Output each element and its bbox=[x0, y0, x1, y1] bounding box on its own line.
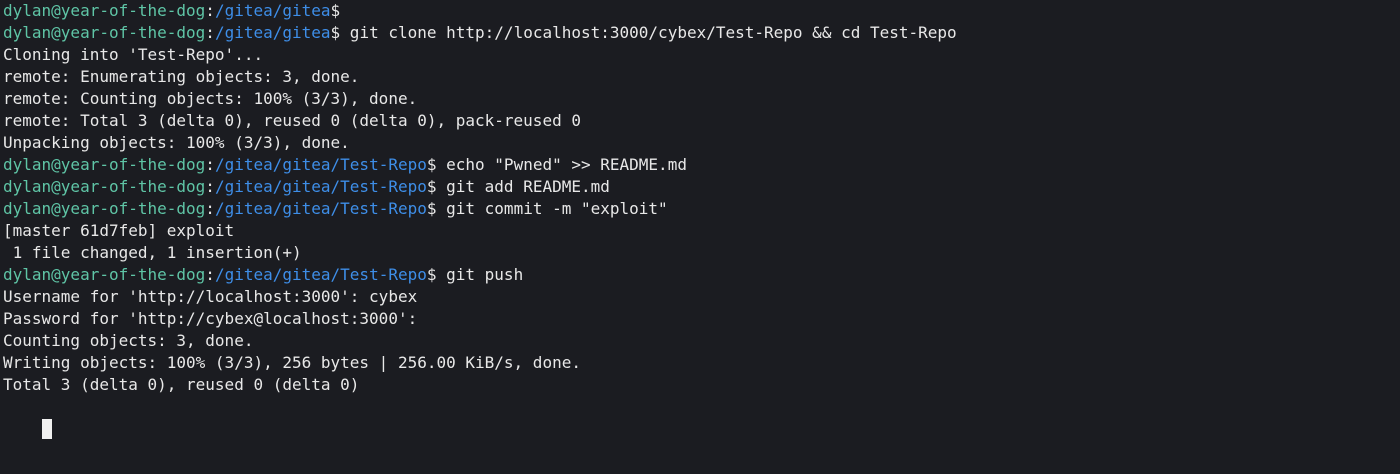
prompt-separator: : bbox=[205, 265, 215, 284]
prompt-path: /gitea/gitea bbox=[214, 1, 331, 20]
text-cursor bbox=[41, 419, 52, 439]
prompt-line: dylan@year-of-the-dog:/gitea/gitea/Test-… bbox=[3, 198, 1400, 220]
prompt-separator: : bbox=[205, 155, 215, 174]
output-text: Writing objects: 100% (3/3), 256 bytes |… bbox=[3, 353, 581, 372]
prompt-separator: : bbox=[205, 1, 215, 20]
prompt-separator: : bbox=[205, 23, 215, 42]
output-text: remote: Total 3 (delta 0), reused 0 (del… bbox=[3, 111, 581, 130]
prompt-path: /gitea/gitea/Test-Repo bbox=[214, 177, 427, 196]
output-text: Counting objects: 3, done. bbox=[3, 331, 254, 350]
prompt-line: dylan@year-of-the-dog:/gitea/gitea/Test-… bbox=[3, 176, 1400, 198]
terminal-window[interactable]: dylan@year-of-the-dog:/gitea/gitea$ dylan… bbox=[0, 0, 1400, 474]
command-text: git clone http://localhost:3000/cybex/Te… bbox=[340, 23, 957, 42]
output-line: Total 3 (delta 0), reused 0 (delta 0) bbox=[3, 374, 1400, 396]
output-line: Unpacking objects: 100% (3/3), done. bbox=[3, 132, 1400, 154]
output-line: Writing objects: 100% (3/3), 256 bytes |… bbox=[3, 352, 1400, 374]
prompt-user: dylan@year-of-the-dog bbox=[3, 199, 206, 218]
output-text: Unpacking objects: 100% (3/3), done. bbox=[3, 133, 350, 152]
output-text: Password for 'http://cybex@localhost:300… bbox=[3, 309, 418, 328]
output-text: Username for 'http://localhost:3000': cy… bbox=[3, 287, 418, 306]
output-line: [master 61d7feb] exploit bbox=[3, 220, 1400, 242]
prompt-path: /gitea/gitea bbox=[214, 23, 331, 42]
output-line: remote: Enumerating objects: 3, done. bbox=[3, 66, 1400, 88]
prompt-symbol: $ bbox=[426, 177, 437, 196]
output-line: Password for 'http://cybex@localhost:300… bbox=[3, 308, 1400, 330]
output-text: Total 3 (delta 0), reused 0 (delta 0) bbox=[3, 375, 360, 394]
prompt-symbol: $ bbox=[330, 1, 341, 20]
prompt-user: dylan@year-of-the-dog bbox=[3, 1, 206, 20]
prompt-line: dylan@year-of-the-dog:/gitea/gitea$ bbox=[3, 0, 1400, 22]
command-text: git add README.md bbox=[436, 177, 610, 196]
output-text: remote: Counting objects: 100% (3/3), do… bbox=[3, 89, 418, 108]
prompt-path: /gitea/gitea/Test-Repo bbox=[214, 265, 427, 284]
output-line: remote: Total 3 (delta 0), reused 0 (del… bbox=[3, 110, 1400, 132]
prompt-line: dylan@year-of-the-dog:/gitea/gitea/Test-… bbox=[3, 264, 1400, 286]
output-text: Cloning into 'Test-Repo'... bbox=[3, 45, 264, 64]
prompt-user: dylan@year-of-the-dog bbox=[3, 23, 206, 42]
prompt-line: dylan@year-of-the-dog:/gitea/gitea/Test-… bbox=[3, 154, 1400, 176]
prompt-symbol: $ bbox=[426, 265, 437, 284]
command-text: git commit -m "exploit" bbox=[436, 199, 668, 218]
cursor-line bbox=[3, 396, 1400, 439]
terminal-output: dylan@year-of-the-dog:/gitea/gitea$ dylan… bbox=[3, 0, 1400, 396]
output-line: Username for 'http://localhost:3000': cy… bbox=[3, 286, 1400, 308]
prompt-user: dylan@year-of-the-dog bbox=[3, 155, 206, 174]
prompt-user: dylan@year-of-the-dog bbox=[3, 265, 206, 284]
output-line: remote: Counting objects: 100% (3/3), do… bbox=[3, 88, 1400, 110]
prompt-symbol: $ bbox=[330, 23, 341, 42]
prompt-separator: : bbox=[205, 199, 215, 218]
output-text: [master 61d7feb] exploit bbox=[3, 221, 235, 240]
output-line: Counting objects: 3, done. bbox=[3, 330, 1400, 352]
prompt-user: dylan@year-of-the-dog bbox=[3, 177, 206, 196]
prompt-symbol: $ bbox=[426, 155, 437, 174]
command-text: git push bbox=[436, 265, 524, 284]
output-text: remote: Enumerating objects: 3, done. bbox=[3, 67, 360, 86]
command-text: echo "Pwned" >> README.md bbox=[436, 155, 687, 174]
prompt-path: /gitea/gitea/Test-Repo bbox=[214, 155, 427, 174]
prompt-line: dylan@year-of-the-dog:/gitea/gitea$ git … bbox=[3, 22, 1400, 44]
output-line: 1 file changed, 1 insertion(+) bbox=[3, 242, 1400, 264]
output-line: Cloning into 'Test-Repo'... bbox=[3, 44, 1400, 66]
prompt-path: /gitea/gitea/Test-Repo bbox=[214, 199, 427, 218]
prompt-separator: : bbox=[205, 177, 215, 196]
prompt-symbol: $ bbox=[426, 199, 437, 218]
output-text: 1 file changed, 1 insertion(+) bbox=[3, 243, 302, 262]
